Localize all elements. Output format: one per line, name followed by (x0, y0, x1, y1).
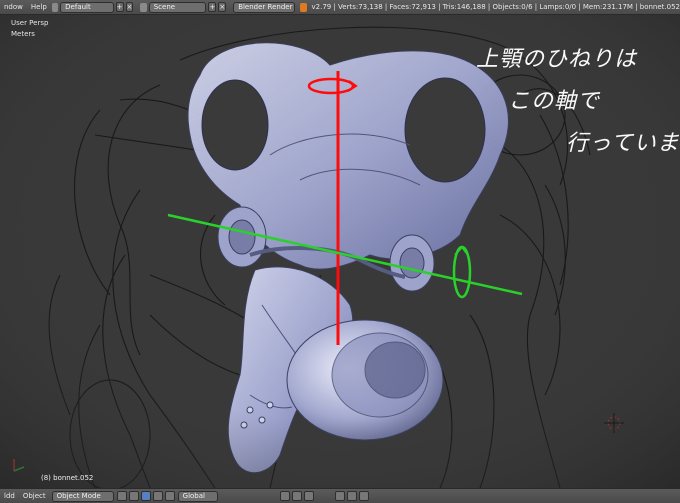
menu-window[interactable]: ndow (0, 3, 27, 11)
blender-logo-icon (300, 2, 307, 12)
annotation-line-2: この軸で (508, 89, 601, 114)
pivot-icon[interactable] (128, 491, 139, 501)
render-preview-icon[interactable] (334, 491, 345, 501)
units-label: Meters (11, 30, 35, 38)
mode-select[interactable]: Object Mode (51, 490, 114, 502)
handwritten-annotation: 上顎のひねりは この軸で 行っています。 (476, 39, 680, 165)
3d-viewport[interactable]: User Persp Meters (8) bonnet.052 上顎のひねりは… (0, 15, 680, 488)
manipulator-icon[interactable] (140, 491, 151, 501)
add-layout-button[interactable]: + (115, 2, 124, 12)
viewport-header: ldd Object Object Mode Global (0, 488, 680, 503)
menu-view[interactable]: ldd (0, 492, 19, 500)
annotation-line-1: 上顎のひねりは (476, 47, 638, 72)
remove-scene-button[interactable]: × (218, 2, 227, 12)
orientation-select[interactable]: Global (177, 490, 218, 502)
translate-icon[interactable] (152, 491, 163, 501)
scene-select[interactable]: Scene (148, 1, 207, 13)
scene-value: Scene (153, 2, 176, 11)
orientation-value: Global (182, 491, 205, 500)
screen-layout-select[interactable]: Default (60, 1, 114, 13)
scene-statistics: v2.79 | Verts:73,138 | Faces:72,913 | Tr… (311, 3, 680, 11)
mode-value: Object Mode (56, 491, 101, 500)
scene-icon[interactable] (140, 2, 147, 12)
view-name-label: User Persp (11, 19, 49, 27)
info-header: ndow Help Default + × Scene + × Blender … (0, 0, 680, 15)
proportional-icon[interactable] (291, 491, 302, 501)
remove-layout-button[interactable]: × (125, 2, 134, 12)
camera-icon[interactable] (346, 491, 357, 501)
menu-help[interactable]: Help (27, 3, 51, 11)
active-object-label: (8) bonnet.052 (41, 474, 94, 482)
shading-icon[interactable] (116, 491, 127, 501)
annotation-line-3: 行っています。 (566, 131, 680, 156)
render-icon[interactable] (358, 491, 369, 501)
render-engine-value: Blender Render (238, 2, 293, 11)
rotate-icon[interactable] (164, 491, 175, 501)
render-engine-select[interactable]: Blender Render (233, 1, 296, 13)
snap-icon[interactable] (303, 491, 314, 501)
layer-icon[interactable] (279, 491, 290, 501)
add-scene-button[interactable]: + (208, 2, 217, 12)
menu-object[interactable]: Object (19, 492, 50, 500)
screen-layout-icon[interactable] (51, 2, 59, 12)
screen-layout-value: Default (65, 2, 91, 11)
